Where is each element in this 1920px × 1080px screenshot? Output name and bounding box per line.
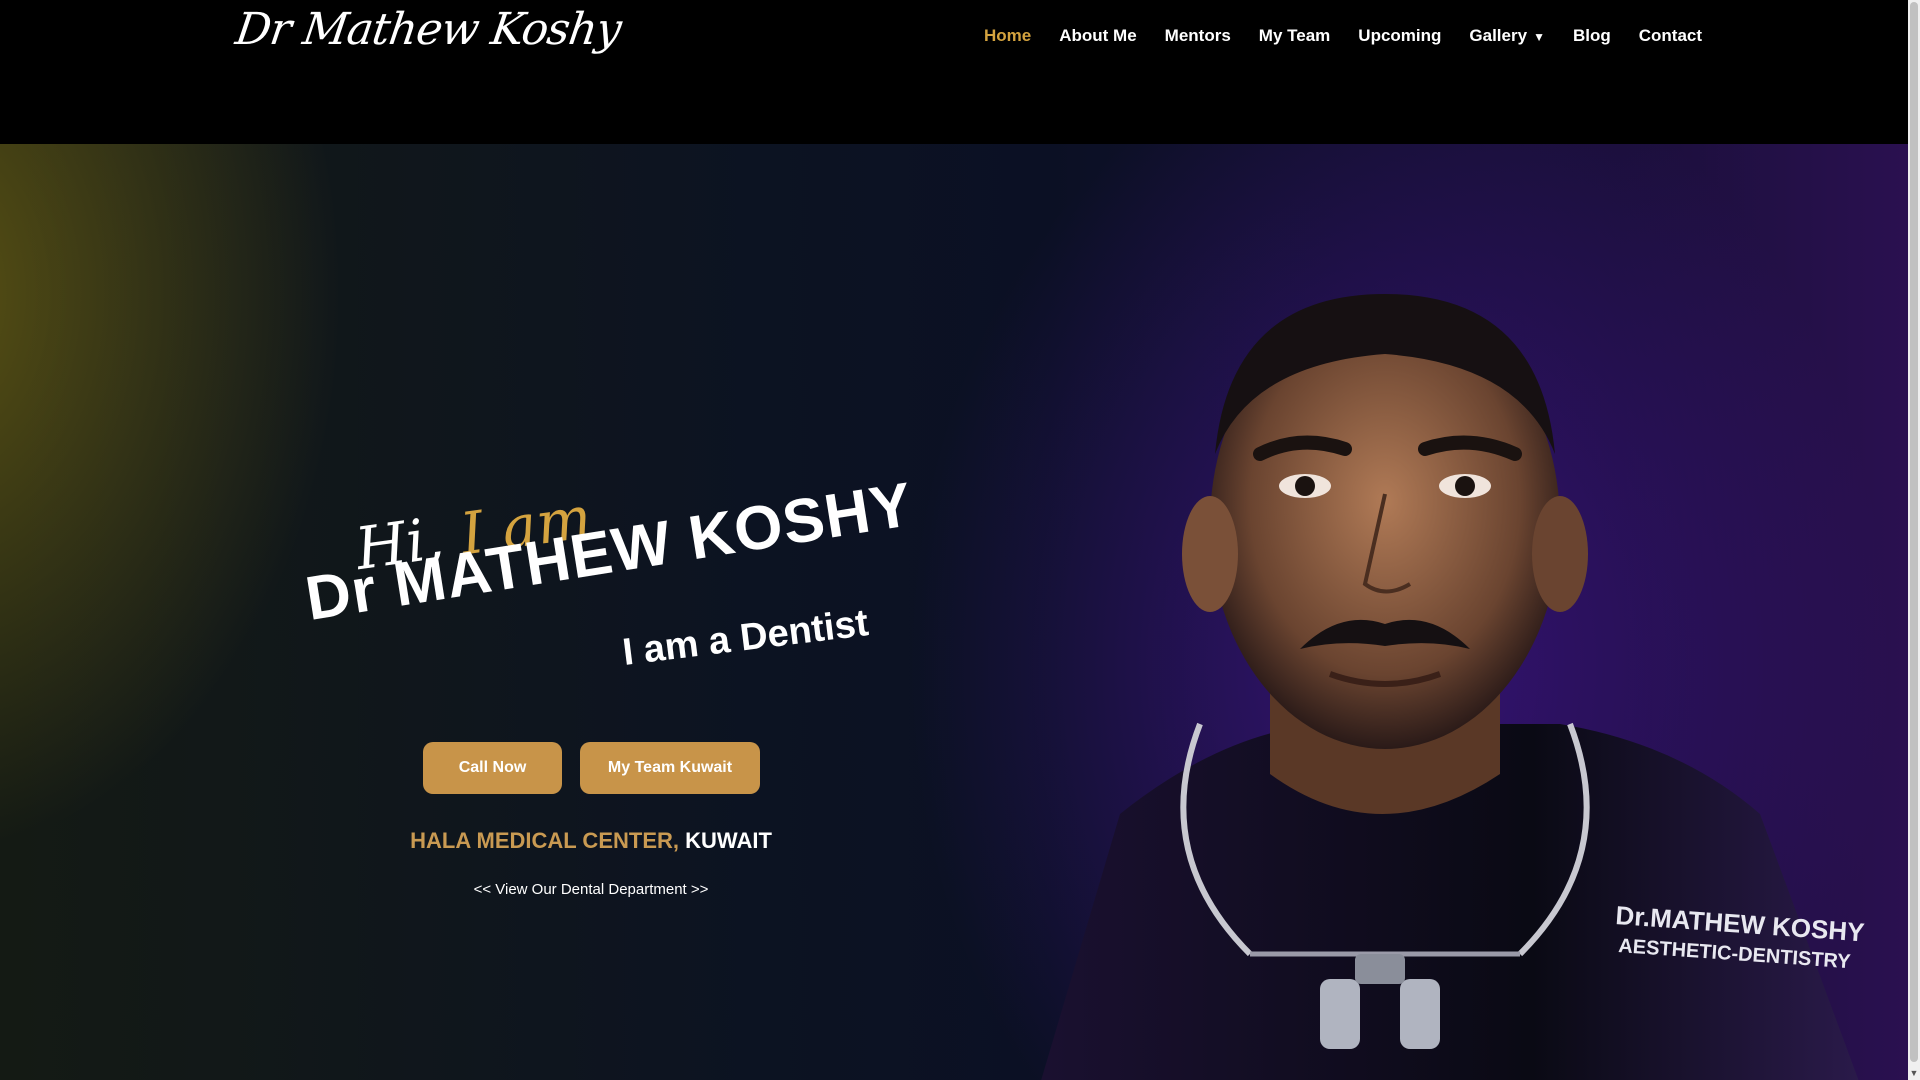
- dental-department-link[interactable]: << View Our Dental Department >>: [0, 881, 1182, 898]
- nav-mentors[interactable]: Mentors: [1151, 22, 1245, 50]
- nav-blog[interactable]: Blog: [1559, 22, 1625, 50]
- chevron-down-icon: ▼: [1533, 30, 1545, 44]
- nav-gallery[interactable]: Gallery ▼: [1455, 22, 1559, 50]
- nav-home[interactable]: Home: [970, 22, 1045, 50]
- clinic-location: HALA MEDICAL CENTER, KUWAIT: [0, 828, 1182, 854]
- nav-my-team[interactable]: My Team: [1245, 22, 1345, 50]
- logo[interactable]: Dr Mathew Koshy: [232, 4, 623, 55]
- my-team-kuwait-button[interactable]: My Team Kuwait: [580, 742, 760, 794]
- nav-gallery-label: Gallery: [1469, 26, 1528, 45]
- nav-about-me[interactable]: About Me: [1045, 22, 1150, 50]
- page-scrollbar[interactable]: ▼: [1908, 0, 1920, 1080]
- main-nav: Home About Me Mentors My Team Upcoming G…: [970, 22, 1716, 50]
- hero-section: Dr.MATHEW KOSHY AESTHETIC-DENTISTRY Hi, …: [0, 144, 1908, 1080]
- nav-upcoming[interactable]: Upcoming: [1344, 22, 1455, 50]
- call-now-button[interactable]: Call Now: [423, 742, 562, 794]
- scrollbar-thumb[interactable]: [1910, 2, 1918, 1062]
- chevron-down-icon[interactable]: ▼: [1909, 1068, 1919, 1080]
- hero-tagline: I am a Dentist: [620, 602, 871, 674]
- nav-contact[interactable]: Contact: [1625, 22, 1716, 50]
- clinic-name: HALA MEDICAL CENTER,: [410, 828, 679, 853]
- site-header: Dr Mathew Koshy Home About Me Mentors My…: [0, 0, 1908, 144]
- clinic-country: KUWAIT: [685, 828, 772, 853]
- doctor-portrait: Dr.MATHEW KOSHY AESTHETIC-DENTISTRY: [1041, 294, 1865, 1080]
